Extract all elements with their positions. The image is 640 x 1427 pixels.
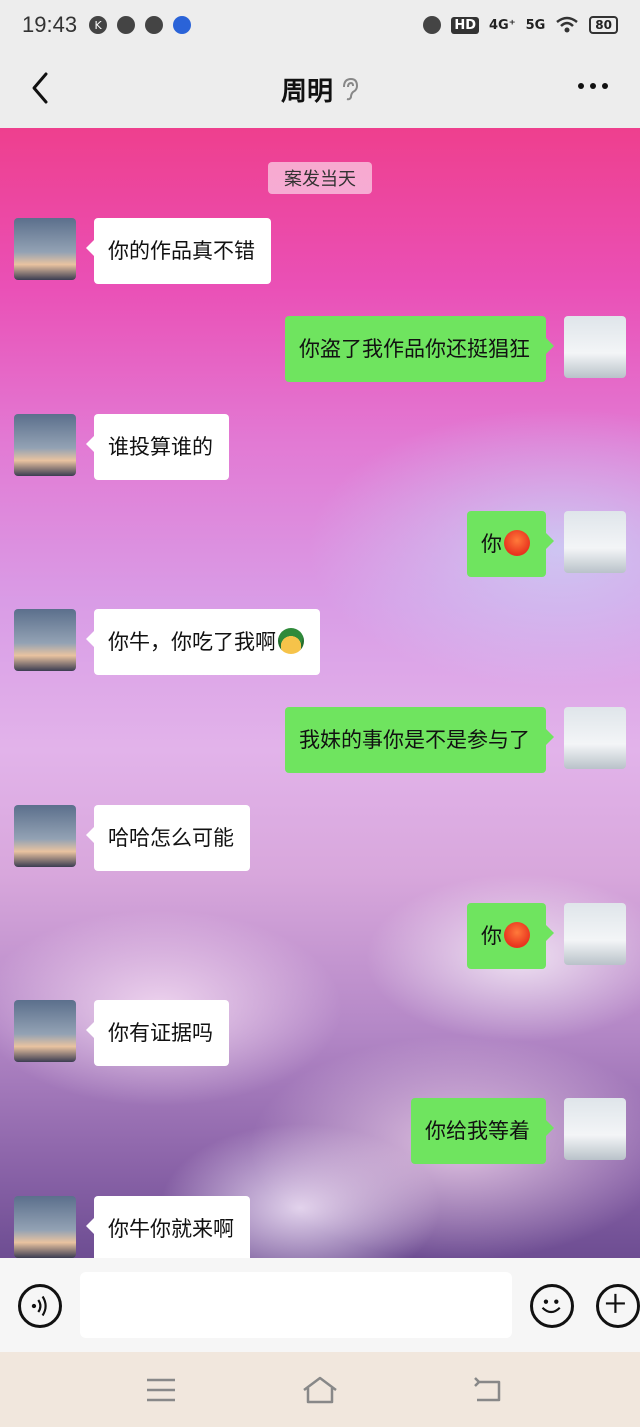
message-text: 谁投算谁的: [108, 435, 213, 459]
contact-avatar[interactable]: [14, 609, 76, 671]
sound-icon: [145, 16, 164, 34]
system-nav-bar: [0, 1352, 640, 1427]
home-icon[interactable]: [300, 1372, 340, 1408]
k-app-icon: K: [89, 16, 108, 34]
menu-icon[interactable]: [141, 1372, 181, 1408]
more-dot: [590, 83, 596, 89]
message-bubble[interactable]: 你有证据吗: [86, 1000, 229, 1066]
message-bubble[interactable]: 你: [467, 511, 554, 577]
message-row: 你牛，你吃了我啊: [14, 609, 320, 675]
more-dot: [578, 83, 584, 89]
contact-avatar[interactable]: [14, 414, 76, 476]
message-bubble[interactable]: 你牛你就来啊: [86, 1196, 250, 1258]
message-text: 你盗了我作品你还挺猖狂: [299, 337, 530, 361]
my-avatar[interactable]: [564, 316, 626, 378]
message-row: 我妹的事你是不是参与了: [285, 707, 626, 773]
voice-icon[interactable]: [18, 1284, 62, 1328]
chat-area[interactable]: 案发当天 你的作品真不错 你盗了我作品你还挺猖狂 谁投算谁的 你 你牛，你吃了我…: [0, 128, 640, 1258]
my-avatar[interactable]: [564, 903, 626, 965]
message-row: 你牛你就来啊: [14, 1196, 250, 1258]
message-bubble[interactable]: 你盗了我作品你还挺猖狂: [285, 316, 554, 382]
alarm-icon: [423, 16, 442, 34]
time-divider: 案发当天: [268, 162, 372, 194]
helmet-face-icon: [278, 628, 304, 654]
message-row: 你: [467, 511, 626, 577]
message-bubble[interactable]: 哈哈怎么可能: [86, 805, 250, 871]
message-row: 你: [467, 903, 626, 969]
status-right-icons: HD 4G⁺ 5G 80: [423, 16, 618, 34]
back-arrow-icon[interactable]: [22, 68, 62, 108]
message-row: 你有证据吗: [14, 1000, 229, 1066]
message-bubble[interactable]: 我妹的事你是不是参与了: [285, 707, 554, 773]
message-text: 你有证据吗: [108, 1021, 213, 1045]
hd-label: HD: [451, 16, 479, 34]
title-group: 周明: [281, 71, 359, 108]
notification-icons: K: [89, 16, 192, 34]
contact-avatar[interactable]: [14, 1196, 76, 1258]
my-avatar[interactable]: [564, 1098, 626, 1160]
message-bubble[interactable]: 你牛，你吃了我啊: [86, 609, 320, 675]
message-bubble[interactable]: 你给我等着: [411, 1098, 554, 1164]
contact-avatar[interactable]: [14, 805, 76, 867]
message-row: 你给我等着: [411, 1098, 626, 1164]
message-text: 哈哈怎么可能: [108, 826, 234, 850]
message-bubble[interactable]: 谁投算谁的: [86, 414, 229, 480]
chat-header: 周明: [0, 50, 640, 128]
wifi-icon: [556, 16, 579, 33]
my-avatar[interactable]: [564, 511, 626, 573]
emoji-icon[interactable]: [530, 1284, 574, 1328]
network-4g-label: 4G⁺: [489, 17, 516, 33]
back-icon[interactable]: [467, 1372, 507, 1408]
message-text: 你给我等着: [425, 1119, 530, 1143]
message-text: 你牛，你吃了我啊: [108, 630, 276, 654]
message-text: 你的作品真不错: [108, 239, 255, 263]
message-row: 谁投算谁的: [14, 414, 229, 480]
earpiece-icon: [343, 77, 359, 101]
chat-title: 周明: [280, 76, 333, 107]
plus-icon[interactable]: [596, 1284, 640, 1328]
baidu-paw-icon: [173, 16, 192, 34]
message-text: 你牛你就来啊: [108, 1217, 234, 1241]
message-text: 你: [481, 924, 502, 948]
message-row: 你盗了我作品你还挺猖狂: [285, 316, 626, 382]
angry-face-icon: [504, 530, 530, 556]
message-text: 你: [481, 532, 502, 556]
message-bubble[interactable]: 你的作品真不错: [86, 218, 271, 284]
angry-face-icon: [504, 922, 530, 948]
message-row: 哈哈怎么可能: [14, 805, 250, 871]
contact-avatar[interactable]: [14, 218, 76, 280]
message-input[interactable]: [80, 1272, 512, 1338]
battery-indicator: 80: [589, 16, 618, 34]
more-dot: [602, 83, 608, 89]
message-bubble[interactable]: 你: [467, 903, 554, 969]
message-icon: [117, 16, 136, 34]
status-time: 19:43: [22, 12, 78, 37]
network-5g-label: 5G: [525, 17, 546, 33]
message-text: 我妹的事你是不是参与了: [299, 728, 530, 752]
more-dots-icon[interactable]: [578, 76, 612, 96]
my-avatar[interactable]: [564, 707, 626, 769]
input-bar: [0, 1258, 640, 1352]
status-bar: 19:43 K HD 4G⁺ 5G 80: [0, 0, 640, 50]
message-row: 你的作品真不错: [14, 218, 271, 284]
contact-avatar[interactable]: [14, 1000, 76, 1062]
